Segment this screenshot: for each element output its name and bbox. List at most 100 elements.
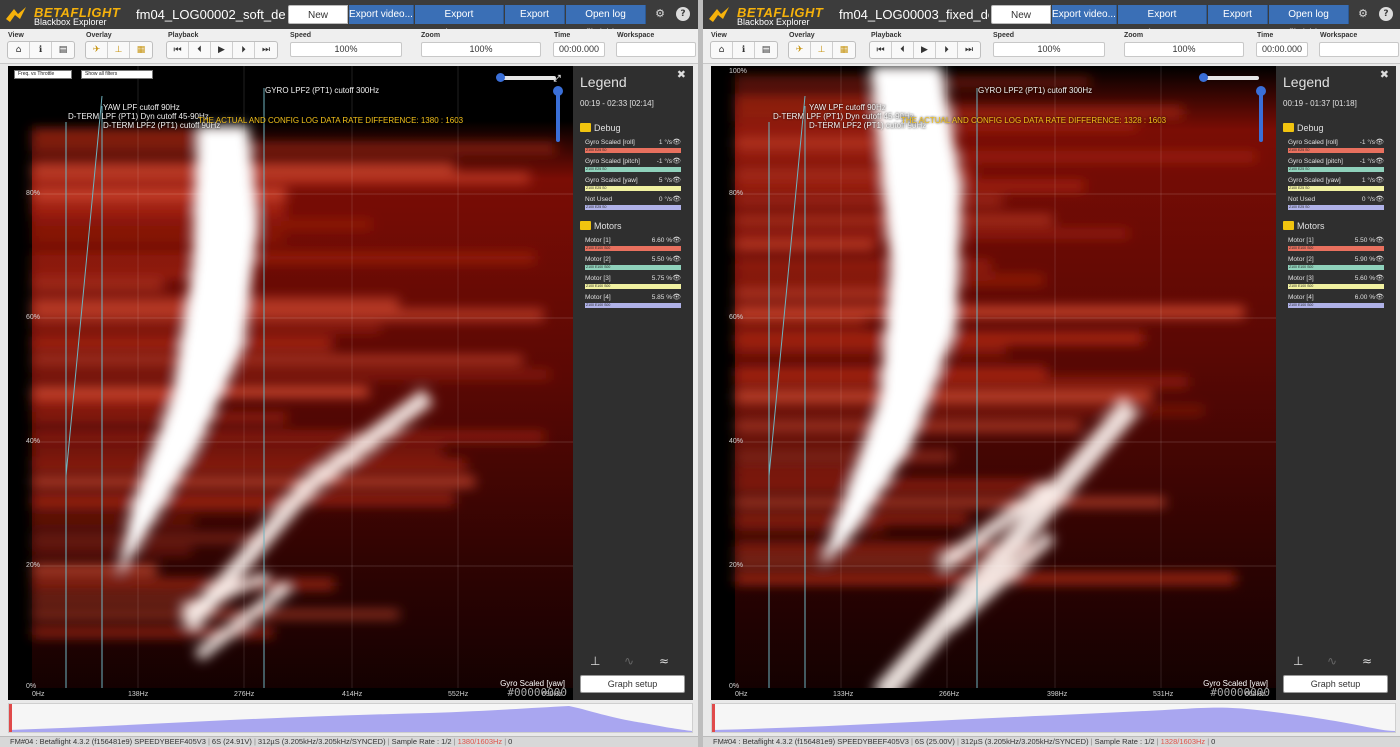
analyser-overlay-icon[interactable]: ▦ [833,42,855,58]
eye-icon[interactable]: 👁 [1375,176,1384,184]
export-workspaces-button[interactable]: Export Workspaces... [1118,5,1207,39]
eye-icon[interactable]: 👁 [1375,274,1384,282]
legend-item[interactable]: Motor [2] 5.90 % 👁 Z100 E100 S00 [1288,255,1384,273]
step-forward-icon[interactable]: ⏵ [233,42,255,58]
gear-icon[interactable]: ⚙ [653,7,667,21]
legend-item[interactable]: Gyro Scaled [roll] 1 °/s 👁 Z100 E25 S0 [585,138,681,156]
eye-icon[interactable]: 👁 [672,255,681,263]
legend-group-debug[interactable]: Debug [580,123,621,133]
step-back-icon[interactable]: ⏴ [892,42,914,58]
info-icon[interactable]: ℹ [733,42,755,58]
speed-field[interactable]: 100% [290,42,402,57]
legend-item[interactable]: Gyro Scaled [roll] -1 °/s 👁 Z100 E25 S0 [1288,138,1384,156]
time-field[interactable]: 00:00.000 [553,42,605,57]
eye-icon[interactable]: 👁 [672,138,681,146]
analyser-tool-icon[interactable]: ⊥ [590,654,600,668]
spectrum-tool-icon[interactable]: ≈ [1362,654,1372,668]
craft-overlay-icon[interactable]: ✈ [789,42,811,58]
eye-icon[interactable]: 👁 [1375,138,1384,146]
export-csv-button[interactable]: Export CSV... [505,5,565,39]
table-icon[interactable]: ▤ [755,42,777,58]
eye-icon[interactable]: 👁 [672,274,681,282]
gear-icon[interactable]: ⚙ [1356,7,1370,21]
export-csv-button[interactable]: Export CSV... [1208,5,1268,39]
slider-knob[interactable] [553,86,563,96]
analyser-overlay-icon[interactable]: ▦ [130,42,152,58]
home-icon[interactable]: ⌂ [8,42,30,58]
analyser-zoom-slider[interactable] [1199,73,1259,82]
legend-item[interactable]: Motor [1] 5.50 % 👁 Z100 E100 S00 [1288,236,1384,254]
close-icon[interactable]: ✖ [677,68,686,81]
new-window-button[interactable]: New Window [991,5,1051,40]
time-field[interactable]: 00:00.000 [1256,42,1308,57]
sticks-overlay-icon[interactable]: ⊥ [108,42,130,58]
help-icon[interactable]: ? [1379,7,1393,21]
table-icon[interactable]: ▤ [52,42,74,58]
eye-icon[interactable]: 👁 [672,176,681,184]
play-icon[interactable]: ▶ [211,42,233,58]
legend-item[interactable]: Not Used 0 °/s 👁 Z100 E25 S0 [1288,195,1384,213]
speed-field[interactable]: 100% [993,42,1105,57]
seek-bar[interactable] [711,703,1396,733]
legend-item[interactable]: Gyro Scaled [yaw] 5 °/s 👁 Z100 E25 S0 [585,176,681,194]
spectrum-analyser[interactable]: Freq. vs Throttle Show all filters ⤢ GYR… [8,66,573,700]
workspace-field[interactable] [1319,42,1399,57]
legend-item[interactable]: Not Used 0 °/s 👁 Z100 E25 S0 [585,195,681,213]
home-icon[interactable]: ⌂ [711,42,733,58]
spectrum-analyser[interactable]: GYRO LPF2 (PT1) cutoff 300Hz YAW LPF cut… [711,66,1276,700]
legend-group-motors[interactable]: Motors [580,221,622,231]
eye-icon[interactable]: 👁 [672,157,681,165]
legend-item[interactable]: Motor [4] 5.85 % 👁 Z100 E100 S00 [585,293,681,311]
playhead-marker[interactable] [712,704,715,732]
info-icon[interactable]: ℹ [30,42,52,58]
legend-item[interactable]: Motor [3] 5.60 % 👁 Z100 E100 S00 [1288,274,1384,292]
legend-item[interactable]: Motor [1] 6.60 % 👁 Z100 E100 S00 [585,236,681,254]
eye-icon[interactable]: 👁 [1375,255,1384,263]
seek-bar[interactable] [8,703,693,733]
step-forward-icon[interactable]: ⏵ [936,42,958,58]
playhead-marker[interactable] [9,704,12,732]
export-video-button[interactable]: Export video... [1052,5,1117,24]
analyser-vertical-slider[interactable] [1256,86,1266,142]
help-icon[interactable]: ? [676,7,690,21]
legend-group-motors[interactable]: Motors [1283,221,1325,231]
eye-icon[interactable]: 👁 [1375,236,1384,244]
export-video-button[interactable]: Export video... [349,5,414,24]
eye-icon[interactable]: 👁 [672,293,681,301]
skip-end-icon[interactable]: ⏭ [255,42,277,58]
legend-item[interactable]: Motor [4] 6.00 % 👁 Z100 E100 S00 [1288,293,1384,311]
analyser-zoom-slider[interactable] [496,73,556,82]
new-window-button[interactable]: New Window [288,5,348,40]
eye-icon[interactable]: 👁 [1375,157,1384,165]
workspace-field[interactable] [616,42,696,57]
open-log-button[interactable]: Open log file/video [566,5,646,39]
analyser-tool-icon[interactable]: ⊥ [1293,654,1303,668]
open-log-button[interactable]: Open log file/video [1269,5,1349,39]
expand-icon[interactable]: ⤢ [550,72,564,86]
legend-item[interactable]: Gyro Scaled [pitch] -1 °/s 👁 Z100 E25 S0 [1288,157,1384,175]
zoom-field[interactable]: 100% [421,42,541,57]
smoothing-tool-icon[interactable]: ∿ [624,654,634,668]
play-icon[interactable]: ▶ [914,42,936,58]
eye-icon[interactable]: 👁 [1375,195,1384,203]
legend-item[interactable]: Motor [2] 5.50 % 👁 Z100 E100 S00 [585,255,681,273]
slider-knob[interactable] [1256,86,1266,96]
analyser-vertical-slider[interactable] [553,86,563,142]
eye-icon[interactable]: 👁 [672,195,681,203]
step-back-icon[interactable]: ⏴ [189,42,211,58]
close-icon[interactable]: ✖ [1380,68,1389,81]
graph-setup-button[interactable]: Graph setup [1283,675,1388,693]
sticks-overlay-icon[interactable]: ⊥ [811,42,833,58]
eye-icon[interactable]: 👁 [1375,293,1384,301]
slider-knob[interactable] [1199,73,1208,82]
filter-display-select[interactable]: Show all filters [81,70,153,79]
analyser-mode-select[interactable]: Freq. vs Throttle [14,70,72,79]
smoothing-tool-icon[interactable]: ∿ [1327,654,1337,668]
legend-item[interactable]: Motor [3] 5.75 % 👁 Z100 E100 S00 [585,274,681,292]
skip-end-icon[interactable]: ⏭ [958,42,980,58]
graph-setup-button[interactable]: Graph setup [580,675,685,693]
spectrum-tool-icon[interactable]: ≈ [659,654,669,668]
legend-group-debug[interactable]: Debug [1283,123,1324,133]
skip-start-icon[interactable]: ⏮ [167,42,189,58]
zoom-field[interactable]: 100% [1124,42,1244,57]
